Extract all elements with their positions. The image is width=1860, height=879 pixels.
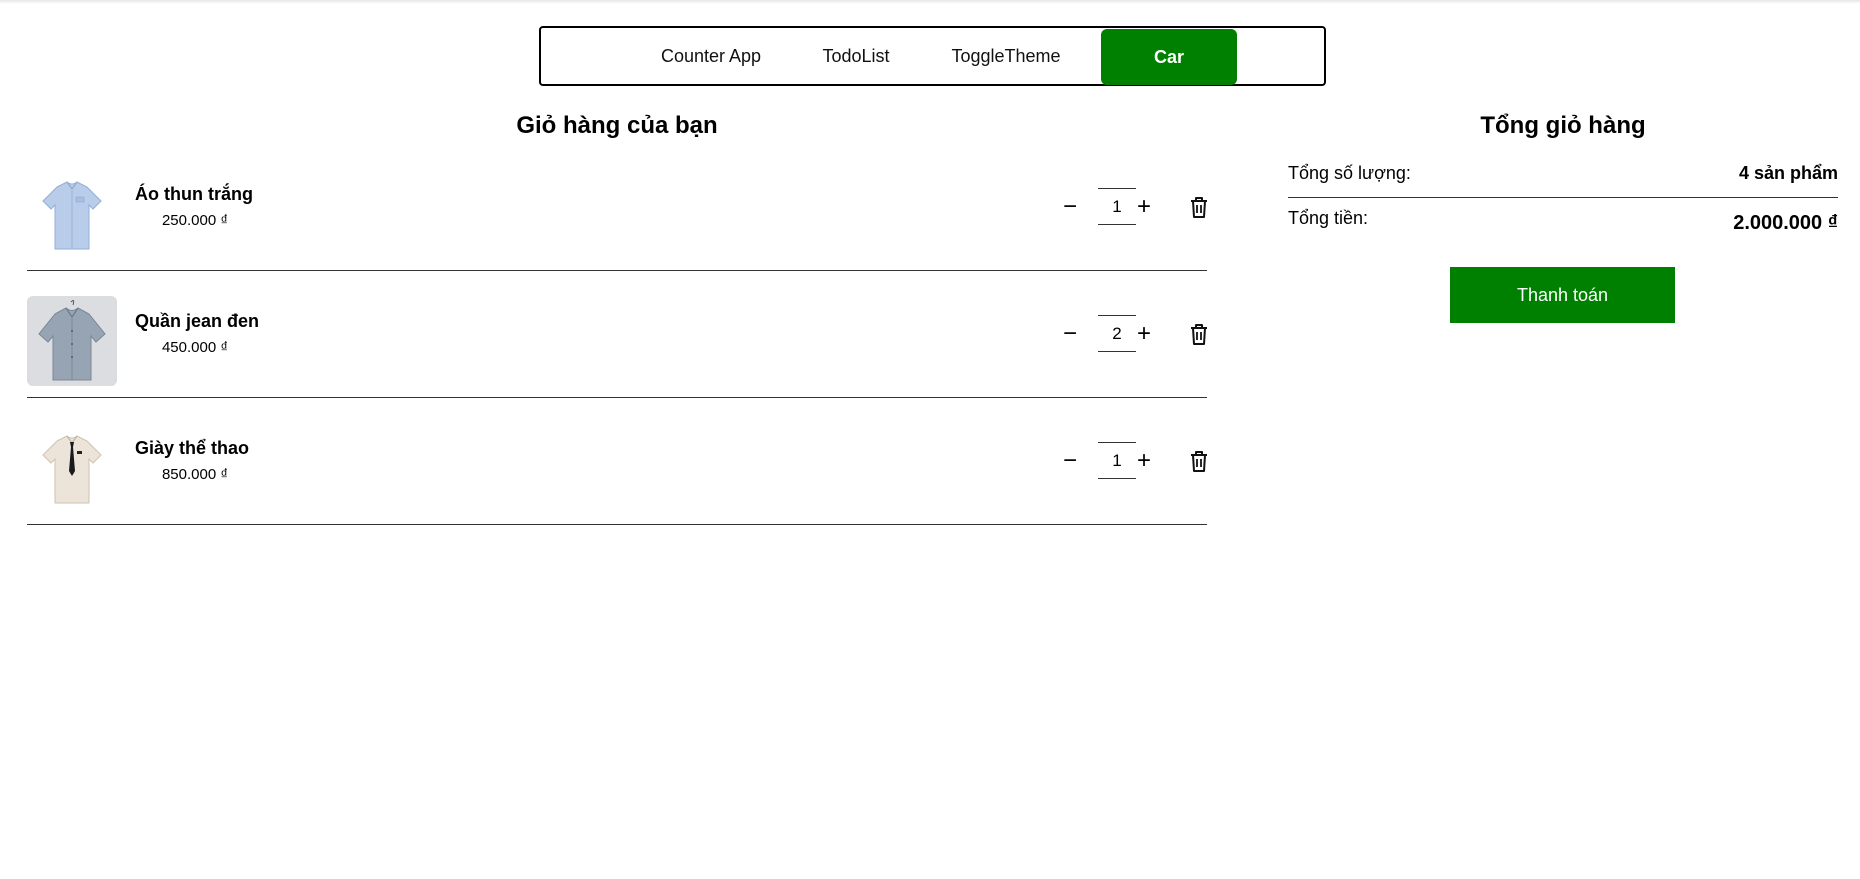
cart-item-row: Giày thể thao 850.000 ₫ − + xyxy=(27,398,1207,525)
trash-icon[interactable] xyxy=(1188,322,1210,346)
summary-total-label: Tổng tiền: xyxy=(1288,208,1369,228)
quantity-input[interactable] xyxy=(1098,188,1136,225)
cream-shirt-with-tie-icon xyxy=(27,423,117,513)
quantity-decrease-button[interactable]: − xyxy=(1058,194,1082,220)
trash-icon[interactable] xyxy=(1188,449,1210,473)
summary-total-value: 2.000.000 ₫ xyxy=(1733,212,1838,234)
grey-shirt-icon xyxy=(27,296,117,386)
nav-item-car[interactable]: Car xyxy=(1101,29,1237,85)
quantity-input[interactable] xyxy=(1098,315,1136,352)
nav-item-counter-app[interactable]: Counter App xyxy=(641,28,781,84)
item-name: Áo thun trắng xyxy=(135,184,253,204)
nav-item-toggletheme[interactable]: ToggleTheme xyxy=(941,28,1071,84)
summary-total-row: Tổng tiền: 2.000.000 ₫ xyxy=(1288,208,1838,243)
quantity-increase-button[interactable]: + xyxy=(1132,321,1156,347)
cart-item-row: Áo thun trắng 250.000 ₫ − + xyxy=(27,144,1207,271)
trash-icon[interactable] xyxy=(1188,195,1210,219)
light-blue-shirt-icon xyxy=(27,169,117,259)
item-price: 850.000 ₫ xyxy=(161,466,229,483)
item-price: 250.000 ₫ xyxy=(161,212,229,229)
cart-item-row: Quần jean đen 450.000 ₫ − + xyxy=(27,271,1207,398)
item-name: Giày thể thao xyxy=(135,438,250,458)
summary-title: Tổng giỏ hàng xyxy=(1480,112,1646,139)
quantity-input[interactable] xyxy=(1098,442,1136,479)
quantity-increase-button[interactable]: + xyxy=(1132,448,1156,474)
item-price: 450.000 ₫ xyxy=(161,339,229,356)
app-nav-bar: Counter App TodoList ToggleTheme Car xyxy=(539,26,1326,86)
page-top-shadow xyxy=(0,0,1860,4)
quantity-decrease-button[interactable]: − xyxy=(1058,321,1082,347)
checkout-button[interactable]: Thanh toán xyxy=(1450,267,1675,323)
nav-item-todolist[interactable]: TodoList xyxy=(801,28,911,84)
summary-quantity-row: Tổng số lượng: 4 sản phẩm xyxy=(1288,163,1838,198)
item-name: Quần jean đen xyxy=(135,311,260,331)
summary-quantity-value: 4 sản phẩm xyxy=(1738,163,1838,183)
summary-quantity-label: Tổng số lượng: xyxy=(1288,163,1411,183)
quantity-increase-button[interactable]: + xyxy=(1132,194,1156,220)
cart-title: Giỏ hàng của bạn xyxy=(516,112,718,139)
quantity-decrease-button[interactable]: − xyxy=(1058,448,1082,474)
